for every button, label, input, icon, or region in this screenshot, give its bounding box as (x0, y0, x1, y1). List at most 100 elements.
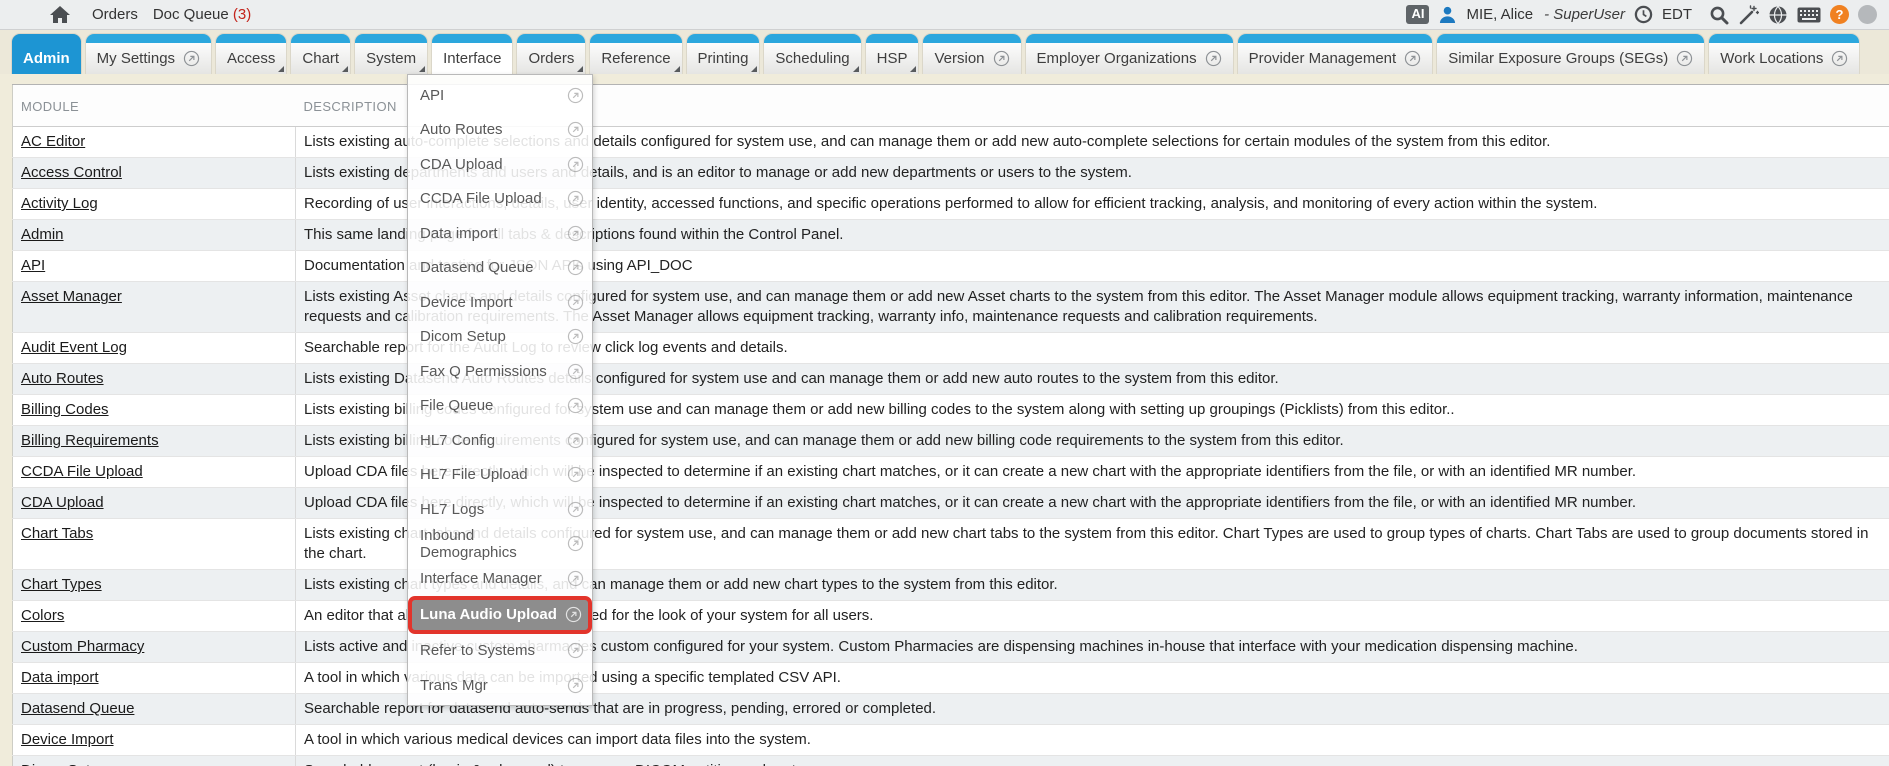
module-link-colors[interactable]: Colors (21, 607, 64, 624)
menu-item-refer-to-systems[interactable]: Refer to Systems (408, 634, 592, 669)
menu-item-inbound-demographics[interactable]: Inbound Demographics (408, 527, 592, 562)
popout-icon (567, 87, 584, 104)
user-icon[interactable] (1438, 5, 1457, 24)
module-link-activity-log[interactable]: Activity Log (21, 195, 98, 212)
tab-reference[interactable]: Reference (590, 34, 681, 74)
menu-item-trans-mgr[interactable]: Trans Mgr (408, 668, 592, 703)
tab-interface[interactable]: Interface (432, 34, 512, 74)
tab-scheduling[interactable]: Scheduling (764, 34, 860, 74)
search-icon[interactable] (1709, 5, 1729, 25)
tab-system[interactable]: System (355, 34, 427, 74)
breadcrumb-orders[interactable]: Orders (92, 6, 138, 23)
popout-icon (183, 50, 200, 67)
menu-item-data-import[interactable]: Data import (408, 216, 592, 251)
module-cell: CDA Upload (13, 488, 296, 519)
tab-provider-management[interactable]: Provider Management (1238, 34, 1433, 74)
menu-item-hl7-logs[interactable]: HL7 Logs (408, 492, 592, 527)
module-link-auto-routes[interactable]: Auto Routes (21, 370, 104, 387)
menu-item-ccda-file-upload[interactable]: CCDA File Upload (408, 182, 592, 217)
tab-admin[interactable]: Admin (12, 34, 81, 74)
module-cell: Asset Manager (13, 282, 296, 333)
popout-icon (567, 156, 584, 173)
menu-item-cda-upload[interactable]: CDA Upload (408, 147, 592, 182)
module-cell: Device Import (13, 725, 296, 756)
tab-printing[interactable]: Printing (687, 34, 760, 74)
tab-employer-organizations[interactable]: Employer Organizations (1026, 34, 1233, 74)
popout-icon (993, 50, 1010, 67)
module-link-device-import[interactable]: Device Import (21, 731, 114, 748)
tab-my-settings[interactable]: My Settings (86, 34, 211, 74)
table-row: Chart TabsLists existing chart tabs and … (13, 519, 1889, 570)
menu-item-hl7-file-upload[interactable]: HL7 File Upload (408, 458, 592, 493)
top-header: Orders Doc Queue (3) AI MIE, Alice - Sup… (0, 0, 1889, 30)
caret-down-icon (577, 66, 583, 72)
menu-item-label: Dicom Setup (420, 328, 506, 345)
home-icon[interactable] (49, 5, 71, 25)
tab-label: Access (227, 50, 275, 67)
menu-item-label: HL7 Config (420, 432, 495, 449)
popout-icon (567, 259, 584, 276)
module-table: MODULE DESCRIPTION AC EditorLists existi… (12, 84, 1889, 766)
module-link-billing-requirements[interactable]: Billing Requirements (21, 432, 159, 449)
module-link-chart-types[interactable]: Chart Types (21, 576, 102, 593)
avatar[interactable] (1858, 5, 1877, 24)
menu-item-dicom-setup[interactable]: Dicom Setup (408, 320, 592, 355)
keyboard-icon[interactable] (1797, 7, 1821, 23)
menu-item-label: Fax Q Permissions (420, 363, 547, 380)
module-link-billing-codes[interactable]: Billing Codes (21, 401, 109, 418)
menu-item-label: Datasend Queue (420, 259, 533, 276)
magic-wand-icon[interactable] (1738, 5, 1759, 25)
popout-icon (1676, 50, 1693, 67)
main-content: MODULE DESCRIPTION AC EditorLists existi… (0, 74, 1889, 766)
popout-icon (567, 121, 584, 138)
tab-orders[interactable]: Orders (517, 34, 585, 74)
clock-icon[interactable] (1634, 5, 1653, 24)
module-link-cda-upload[interactable]: CDA Upload (21, 494, 104, 511)
table-row: APIDocumentation and testing for JSON AP… (13, 251, 1889, 282)
ai-badge[interactable]: AI (1406, 5, 1429, 24)
menu-item-file-queue[interactable]: File Queue (408, 389, 592, 424)
module-link-ac-editor[interactable]: AC Editor (21, 133, 85, 150)
module-link-custom-pharmacy[interactable]: Custom Pharmacy (21, 638, 144, 655)
tab-work-locations[interactable]: Work Locations (1709, 34, 1859, 74)
module-link-audit-event-log[interactable]: Audit Event Log (21, 339, 127, 356)
popout-icon (567, 501, 584, 518)
help-icon[interactable]: ? (1830, 5, 1849, 24)
tab-similar-exposure-groups-segs[interactable]: Similar Exposure Groups (SEGs) (1437, 34, 1704, 74)
hamburger-menu-icon[interactable] (12, 6, 34, 23)
tab-chart[interactable]: Chart (291, 34, 350, 74)
menu-item-fax-q-permissions[interactable]: Fax Q Permissions (408, 354, 592, 389)
menu-item-hl7-config[interactable]: HL7 Config (408, 423, 592, 458)
module-link-chart-tabs[interactable]: Chart Tabs (21, 525, 93, 542)
breadcrumb-doc-queue[interactable]: Doc Queue (3) (153, 6, 251, 23)
tab-hsp[interactable]: HSP (866, 34, 919, 74)
module-link-admin[interactable]: Admin (21, 226, 64, 243)
module-description: Searchable report (basic & advanced) to … (296, 756, 1889, 766)
popout-icon (567, 294, 584, 311)
menu-item-interface-manager[interactable]: Interface Manager (408, 561, 592, 596)
tab-label: HSP (877, 50, 908, 67)
menu-item-device-import[interactable]: Device Import (408, 285, 592, 320)
popout-icon (1831, 50, 1848, 67)
module-link-data-import[interactable]: Data import (21, 669, 99, 686)
menu-item-datasend-queue[interactable]: Datasend Queue (408, 251, 592, 286)
module-link-asset-manager[interactable]: Asset Manager (21, 288, 122, 305)
tab-label: Employer Organizations (1037, 50, 1197, 67)
module-cell: Chart Tabs (13, 519, 296, 570)
module-link-api[interactable]: API (21, 257, 45, 274)
tab-access[interactable]: Access (216, 34, 286, 74)
tab-label: Chart (302, 50, 339, 67)
globe-icon[interactable] (1768, 5, 1788, 25)
module-link-ccda-file-upload[interactable]: CCDA File Upload (21, 463, 143, 480)
popout-icon (567, 363, 584, 380)
module-cell: Activity Log (13, 189, 296, 220)
menu-item-auto-routes[interactable]: Auto Routes (408, 113, 592, 148)
menu-item-luna-audio-upload[interactable]: Luna Audio Upload (408, 596, 592, 634)
module-link-access-control[interactable]: Access Control (21, 164, 122, 181)
module-link-datasend-queue[interactable]: Datasend Queue (21, 700, 134, 717)
user-name: MIE, Alice (1466, 6, 1533, 23)
menu-item-api[interactable]: API (408, 78, 592, 113)
module-link-dicom-setup[interactable]: Dicom Setup (21, 762, 107, 766)
table-row: Dicom Setup Searchable report (basic & ad… (13, 756, 1889, 766)
tab-version[interactable]: Version (923, 34, 1020, 74)
